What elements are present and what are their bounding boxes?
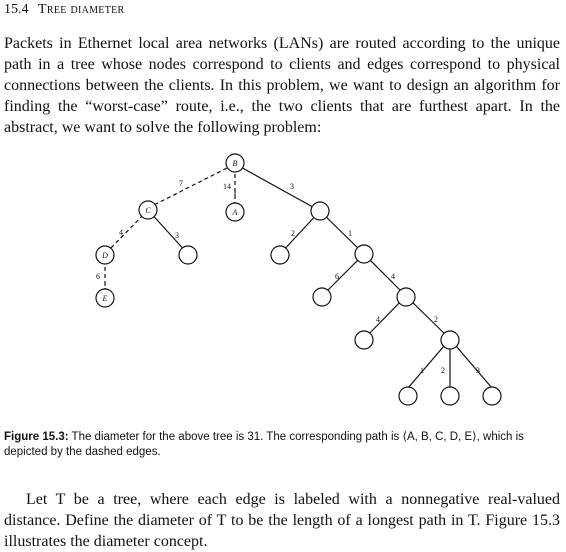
caption-text: The diameter for the above tree is 31. T…	[4, 431, 524, 458]
body-paragraph: Let T be a tree, where each edge is labe…	[4, 489, 560, 552]
node-label-e: E	[102, 294, 108, 303]
section-number: 15.4	[4, 2, 29, 17]
edge-label-n2-n: 6	[335, 272, 339, 281]
node	[270, 245, 290, 265]
edge-label-de: 6	[96, 272, 100, 281]
edge-label-n4-n: 2	[441, 366, 445, 375]
edge-label-c-n: 3	[175, 231, 179, 240]
node	[398, 386, 418, 406]
node	[440, 330, 460, 350]
edge-label-n3-n: 4	[376, 315, 380, 324]
node	[310, 201, 330, 221]
tree-figure: B C A D E 7 14 3 4 3 2 1 6 6 4 4 2 1 2 3	[95, 153, 502, 406]
edge-b-n1	[236, 164, 321, 212]
edge-label-ba: 14	[223, 182, 231, 191]
intro-paragraph: Packets in Ethernet local area networks …	[4, 35, 560, 136]
caption-label: Figure 15.3:	[4, 431, 69, 443]
edge-label-n4-n: 3	[476, 366, 480, 375]
edge-label-n1-n2: 1	[348, 229, 352, 238]
section-title: Tree diameter	[38, 2, 125, 17]
edge-label-n4-n: 1	[420, 366, 424, 375]
node-label-c: C	[145, 206, 151, 215]
edge-b-c	[147, 164, 234, 209]
node-label-b: B	[233, 159, 238, 168]
edge-label-n2-n3: 4	[391, 272, 395, 281]
figure-caption: Figure 15.3: The diameter for the above …	[4, 430, 560, 460]
edge-label-b-n1: 3	[290, 182, 294, 191]
node	[354, 244, 374, 264]
edge-label-bc: 7	[179, 179, 183, 188]
body-paragraph-text: Let T be a tree, where each edge is labe…	[4, 491, 560, 550]
node	[354, 330, 374, 350]
node-label-d: D	[101, 251, 108, 260]
node	[178, 245, 198, 265]
edge-label-n1-n: 2	[291, 229, 295, 238]
node	[482, 386, 502, 406]
node-label-a: A	[232, 208, 238, 217]
node	[396, 287, 416, 307]
section-header: 15.4 Tree diameter	[4, 2, 125, 18]
node	[440, 386, 460, 406]
node	[312, 287, 332, 307]
edge-label-n3-n4: 2	[434, 315, 438, 324]
edge-label-cd: 4	[119, 228, 123, 237]
